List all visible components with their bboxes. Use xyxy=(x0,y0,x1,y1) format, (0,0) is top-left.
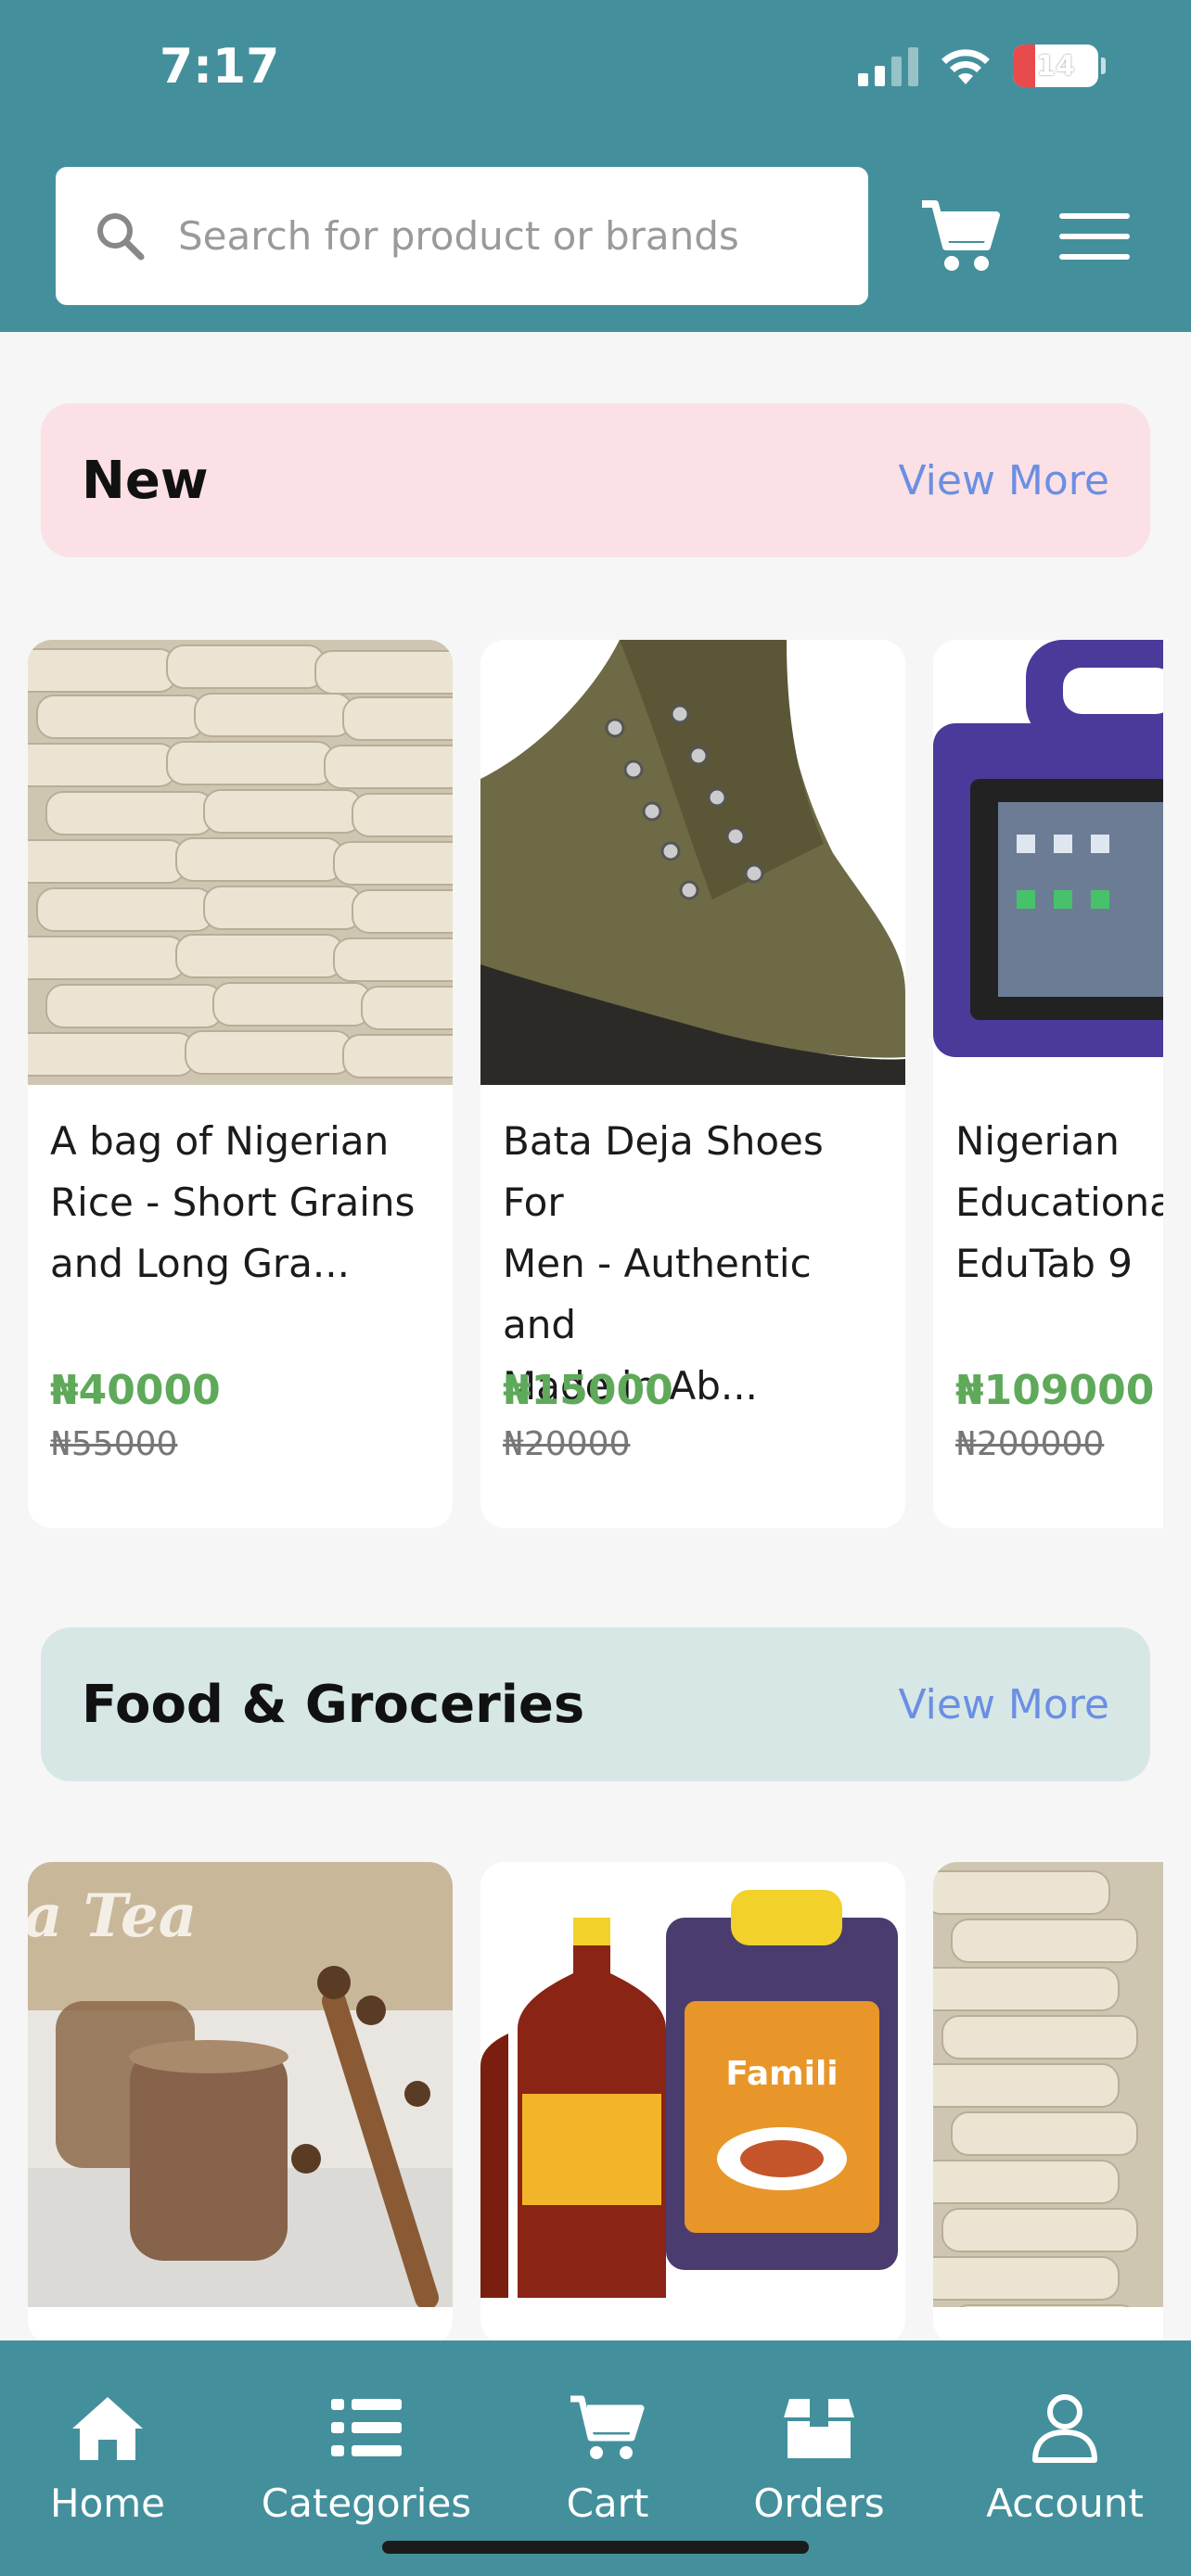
product-price: ₦40000 xyxy=(50,1367,221,1414)
search-icon xyxy=(97,212,145,260)
search-bar[interactable] xyxy=(56,167,868,305)
tea-image: a Tea xyxy=(28,1862,453,2307)
new-section-header: New View More xyxy=(41,403,1150,557)
food-section-header: Food & Groceries View More xyxy=(41,1627,1150,1781)
product-name: Bata Deja Shoes For Men - Authentic and … xyxy=(503,1118,824,1409)
nav-orders[interactable]: Orders xyxy=(733,2340,905,2526)
food-products-row[interactable]: a Tea Famili xyxy=(28,1862,1163,2344)
hamburger-menu-icon[interactable] xyxy=(1059,211,1130,261)
tablet-image xyxy=(933,640,1163,1085)
nav-categories[interactable]: Categories xyxy=(252,2340,480,2526)
battery-icon: 14 xyxy=(1013,45,1106,87)
view-more-link[interactable]: View More xyxy=(899,457,1109,504)
product-card[interactable] xyxy=(933,1862,1163,2344)
product-card[interactable]: A bag of Nigerian Rice - Short Grains an… xyxy=(28,640,453,1528)
rice-bags-image xyxy=(933,1862,1163,2307)
user-icon xyxy=(1032,2394,1097,2463)
nav-label: Account xyxy=(986,2480,1144,2526)
product-old-price: ₦200000 xyxy=(955,1425,1105,1463)
nav-label: Orders xyxy=(753,2480,885,2526)
nav-label: Categories xyxy=(261,2480,472,2526)
product-name: A bag of Nigerian Rice - Short Grains an… xyxy=(50,1118,416,1286)
tea-label: a Tea xyxy=(28,1881,197,1951)
nav-label: Cart xyxy=(566,2480,649,2526)
product-card[interactable]: a Tea xyxy=(28,1862,453,2344)
home-indicator[interactable] xyxy=(382,2541,809,2554)
list-icon xyxy=(331,2399,402,2456)
wifi-icon xyxy=(941,49,990,84)
nav-label: Home xyxy=(49,2480,166,2526)
product-old-price: ₦55000 xyxy=(50,1425,178,1463)
product-price: ₦109000 xyxy=(955,1367,1155,1414)
famili-label: Famili xyxy=(725,2055,838,2093)
rice-bags-image xyxy=(28,640,453,1085)
section-title: Food & Groceries xyxy=(82,1674,585,1735)
status-icons: 14 xyxy=(858,45,1106,87)
view-more-link[interactable]: View More xyxy=(899,1681,1109,1728)
status-time: 7:17 xyxy=(160,39,280,95)
nav-home[interactable]: Home xyxy=(0,2340,215,2526)
app-header: 7:17 14 xyxy=(0,0,1191,332)
section-title: New xyxy=(82,450,209,511)
battery-level: 14 xyxy=(1036,49,1075,83)
new-products-row[interactable]: A bag of Nigerian Rice - Short Grains an… xyxy=(28,640,1163,1530)
product-old-price: ₦20000 xyxy=(503,1425,631,1463)
home-icon xyxy=(72,2397,143,2460)
box-icon xyxy=(784,2399,854,2458)
shoe-image xyxy=(480,640,905,1085)
search-input[interactable] xyxy=(178,213,827,259)
nav-cart[interactable]: Cart xyxy=(538,2340,677,2526)
signal-icon xyxy=(858,45,918,86)
product-card[interactable]: Famili xyxy=(480,1862,905,2344)
product-card[interactable]: Bata Deja Shoes For Men - Authentic and … xyxy=(480,640,905,1528)
nav-account[interactable]: Account xyxy=(974,2340,1156,2526)
cart-icon xyxy=(570,2395,645,2459)
product-name: Nigerian Educational EduTab 9 xyxy=(955,1118,1163,1286)
palm-oil-image: Famili xyxy=(480,1862,905,2307)
cart-icon[interactable] xyxy=(918,195,1002,274)
product-card[interactable]: Nigerian Educational EduTab 9 ₦109000 ₦2… xyxy=(933,640,1163,1528)
